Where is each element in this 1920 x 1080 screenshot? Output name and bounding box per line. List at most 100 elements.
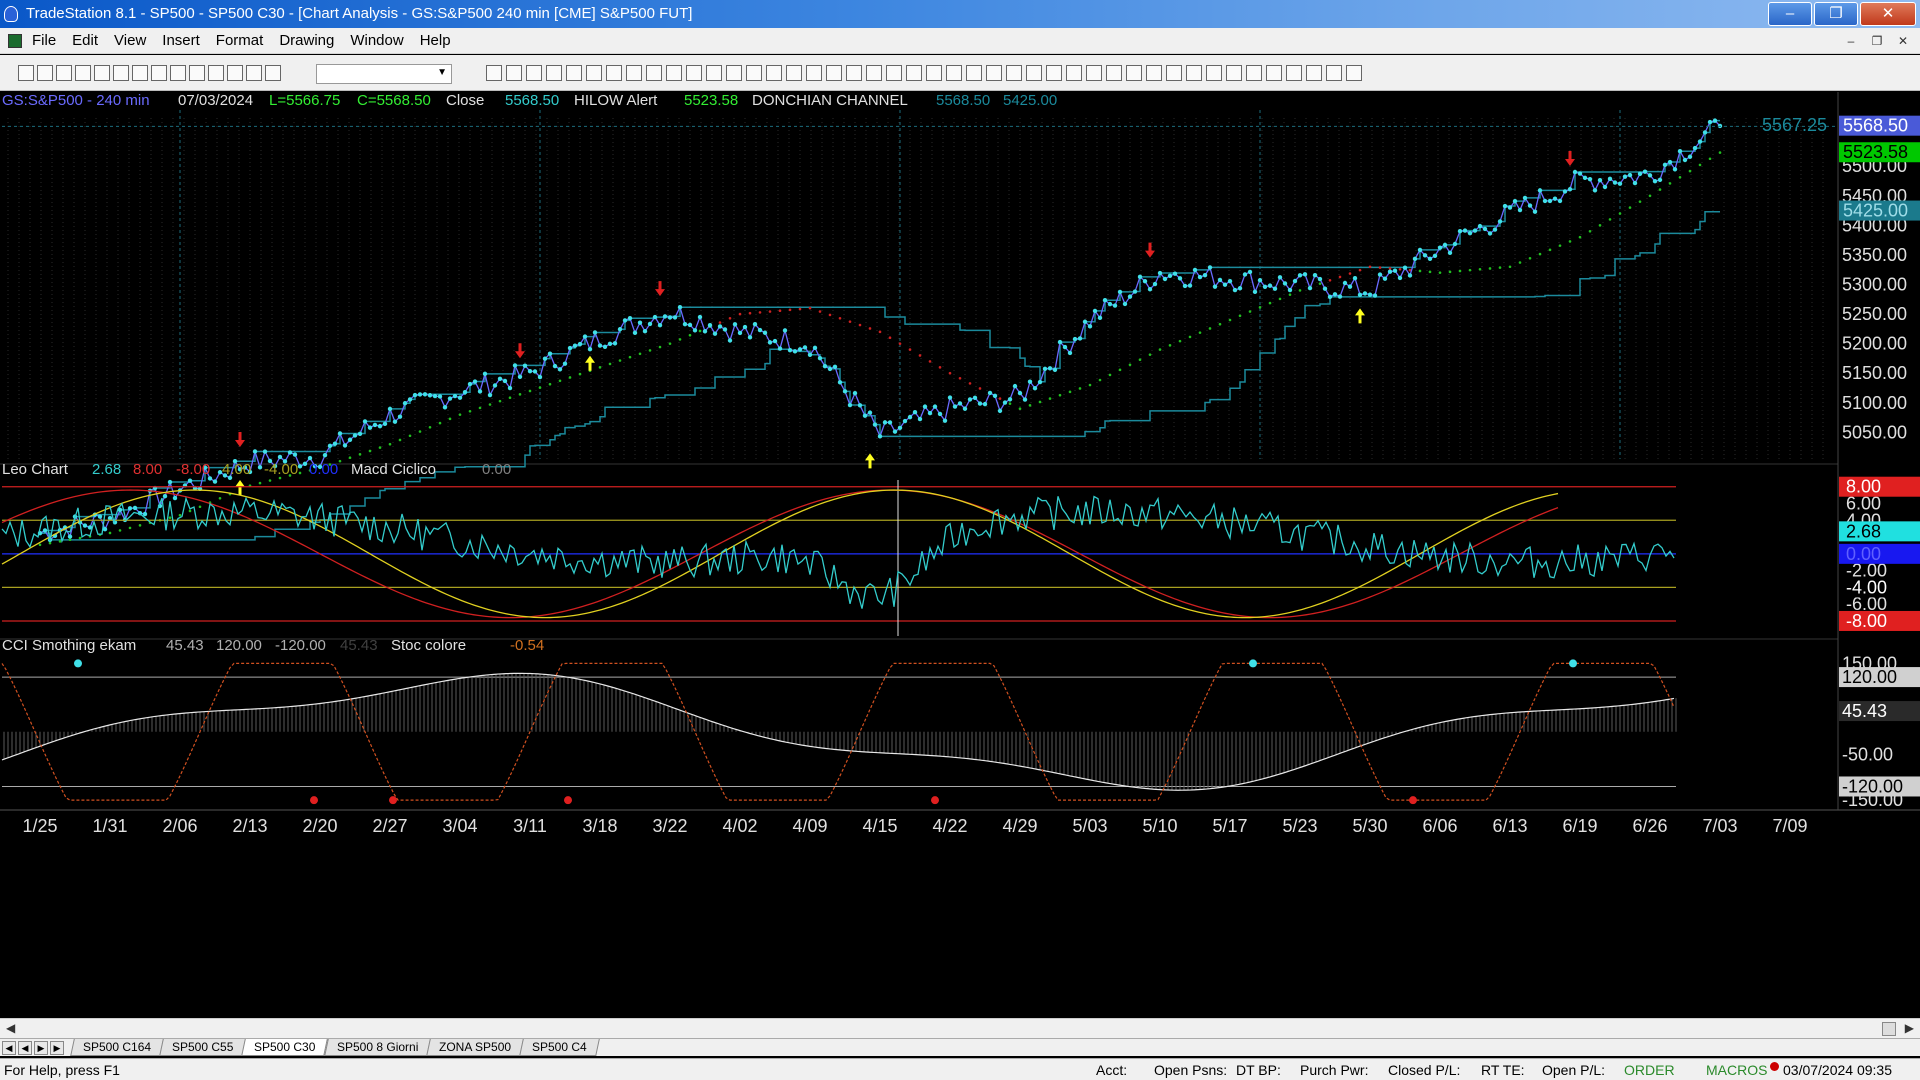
toolbar-tool-50-icon[interactable] — [1206, 65, 1222, 81]
toolbar-tool-57-icon[interactable] — [1346, 65, 1362, 81]
maximize-button[interactable]: ❐ — [1814, 2, 1858, 26]
toolbar-tool-27-icon[interactable] — [746, 65, 762, 81]
toolbar-open-icon[interactable] — [37, 65, 53, 81]
toolbar-redo-icon[interactable] — [170, 65, 186, 81]
toolbar-tool-45-icon[interactable] — [1106, 65, 1122, 81]
toolbar-tool-33-icon[interactable] — [866, 65, 882, 81]
toolbar-paste-icon[interactable] — [113, 65, 129, 81]
scroll-thumb[interactable] — [1882, 1022, 1896, 1036]
macros-button[interactable]: MACROS — [1706, 1062, 1767, 1080]
chart-area[interactable]: GS:S&P500 - 240 min 07/03/2024 L=5566.75… — [0, 92, 1920, 1030]
scroll-left-icon[interactable]: ◀ — [6, 1021, 15, 1035]
toolbar-tool-29-icon[interactable] — [786, 65, 802, 81]
toolbar-tool-20-icon[interactable] — [606, 65, 622, 81]
close-price-point — [1057, 339, 1063, 345]
mdi-restore-button[interactable]: ❐ — [1866, 32, 1888, 50]
toolbar-tool-30-icon[interactable] — [806, 65, 822, 81]
toolbar-tool-16-icon[interactable] — [526, 65, 542, 81]
toolbar-tool-38-icon[interactable] — [966, 65, 982, 81]
toolbar-copy-icon[interactable] — [94, 65, 110, 81]
toolbar-tool-47-icon[interactable] — [1146, 65, 1162, 81]
chart-canvas[interactable]: GS:S&P500 - 240 min 07/03/2024 L=5566.75… — [0, 92, 1920, 1018]
toolbar-tool-35-icon[interactable] — [906, 65, 922, 81]
menu-window[interactable]: Window — [350, 32, 403, 49]
toolbar-tool-52-icon[interactable] — [1246, 65, 1262, 81]
toolbar-tool-37-icon[interactable] — [946, 65, 962, 81]
toolbar-tool-25-icon[interactable] — [706, 65, 722, 81]
menu-format[interactable]: Format — [216, 32, 264, 49]
tab-sp500-8-giorni[interactable]: SP500 8 Giorni — [324, 1039, 432, 1056]
hilow-dot — [178, 513, 182, 517]
toolbar-tool-46-icon[interactable] — [1126, 65, 1142, 81]
symbol-combo[interactable]: ▼ — [316, 64, 452, 84]
tab-first-icon[interactable]: ◀ — [2, 1041, 16, 1055]
tab-last-icon[interactable]: ▶ — [50, 1041, 64, 1055]
toolbar-tool-19-icon[interactable] — [586, 65, 602, 81]
toolbar-tool-55-icon[interactable] — [1306, 65, 1322, 81]
order-bar-button[interactable]: ORDER BAR — [1624, 1062, 1706, 1080]
toolbar-tool-40-icon[interactable] — [1006, 65, 1022, 81]
toolbar-tool-48-icon[interactable] — [1166, 65, 1182, 81]
toolbar-print-icon[interactable] — [75, 65, 91, 81]
toolbar-lock-icon[interactable] — [189, 65, 205, 81]
price-plot[interactable] — [2, 118, 1838, 547]
toolbar-tool-51-icon[interactable] — [1226, 65, 1242, 81]
close-price-point — [1317, 276, 1323, 282]
toolbar-tool-56-icon[interactable] — [1326, 65, 1342, 81]
toolbar-tool-34-icon[interactable] — [886, 65, 902, 81]
toolbar-tool-41-icon[interactable] — [1026, 65, 1042, 81]
toolbar-tool-32-icon[interactable] — [846, 65, 862, 81]
tab-next-icon[interactable]: ▶ — [34, 1041, 48, 1055]
toolbar-tool-26-icon[interactable] — [726, 65, 742, 81]
menu-drawing[interactable]: Drawing — [279, 32, 334, 49]
toolbar-line-icon[interactable] — [265, 65, 281, 81]
leo-plot[interactable] — [1, 480, 1676, 636]
tab-zona-sp500[interactable]: ZONA SP500 — [426, 1039, 525, 1056]
tab-sp500-c164[interactable]: SP500 C164 — [70, 1039, 164, 1056]
toolbar-tool-15-icon[interactable] — [506, 65, 522, 81]
menu-edit[interactable]: Edit — [72, 32, 98, 49]
tab-prev-icon[interactable]: ◀ — [18, 1041, 32, 1055]
scroll-right-icon[interactable]: ▶ — [1905, 1021, 1914, 1035]
hilow-dot — [938, 366, 942, 369]
toolbar-tool-43-icon[interactable] — [1066, 65, 1082, 81]
toolbar-tool-53-icon[interactable] — [1266, 65, 1282, 81]
toolbar-save-icon[interactable] — [56, 65, 72, 81]
horizontal-scrollbar[interactable]: ◀ ▶ — [0, 1018, 1920, 1038]
toolbar-tool-14-icon[interactable] — [486, 65, 502, 81]
toolbar-new-icon[interactable] — [18, 65, 34, 81]
toolbar-tool-54-icon[interactable] — [1286, 65, 1302, 81]
minimize-button[interactable]: – — [1768, 2, 1812, 26]
mdi-minimize-button[interactable]: – — [1840, 32, 1862, 50]
toolbar-tool-28-icon[interactable] — [766, 65, 782, 81]
menu-insert[interactable]: Insert — [162, 32, 200, 49]
toolbar-tool-18-icon[interactable] — [566, 65, 582, 81]
toolbar-tool-23-icon[interactable] — [666, 65, 682, 81]
cci-plot[interactable] — [1, 659, 1677, 805]
menu-help[interactable]: Help — [420, 32, 451, 49]
toolbar-tool-42-icon[interactable] — [1046, 65, 1062, 81]
toolbar-tool-17-icon[interactable] — [546, 65, 562, 81]
tab-sp500-c4[interactable]: SP500 C4 — [519, 1039, 600, 1056]
toolbar-tool-31-icon[interactable] — [826, 65, 842, 81]
toolbar-bar-icon[interactable] — [246, 65, 262, 81]
toolbar-tool-22-icon[interactable] — [646, 65, 662, 81]
mdi-close-button[interactable]: ✕ — [1892, 32, 1914, 50]
toolbar-tool-39-icon[interactable] — [986, 65, 1002, 81]
toolbar-tool-49-icon[interactable] — [1186, 65, 1202, 81]
toolbar-tool-21-icon[interactable] — [626, 65, 642, 81]
toolbar-tool-44-icon[interactable] — [1086, 65, 1102, 81]
toolbar-cut-icon[interactable] — [132, 65, 148, 81]
toolbar-find-icon[interactable] — [208, 65, 224, 81]
close-button[interactable]: ✕ — [1860, 2, 1916, 26]
tab-sp500-c55[interactable]: SP500 C55 — [159, 1039, 247, 1056]
toolbar-undo-icon[interactable] — [151, 65, 167, 81]
tab-sp500-c30[interactable]: SP500 C30 — [241, 1039, 329, 1056]
toolbar-zoom-icon[interactable] — [227, 65, 243, 81]
toolbar-tool-36-icon[interactable] — [926, 65, 942, 81]
toolbar-tool-24-icon[interactable] — [686, 65, 702, 81]
chart-document-icon[interactable] — [8, 34, 22, 48]
close-price-point — [287, 450, 293, 455]
menu-file[interactable]: File — [32, 32, 56, 49]
menu-view[interactable]: View — [114, 32, 146, 49]
